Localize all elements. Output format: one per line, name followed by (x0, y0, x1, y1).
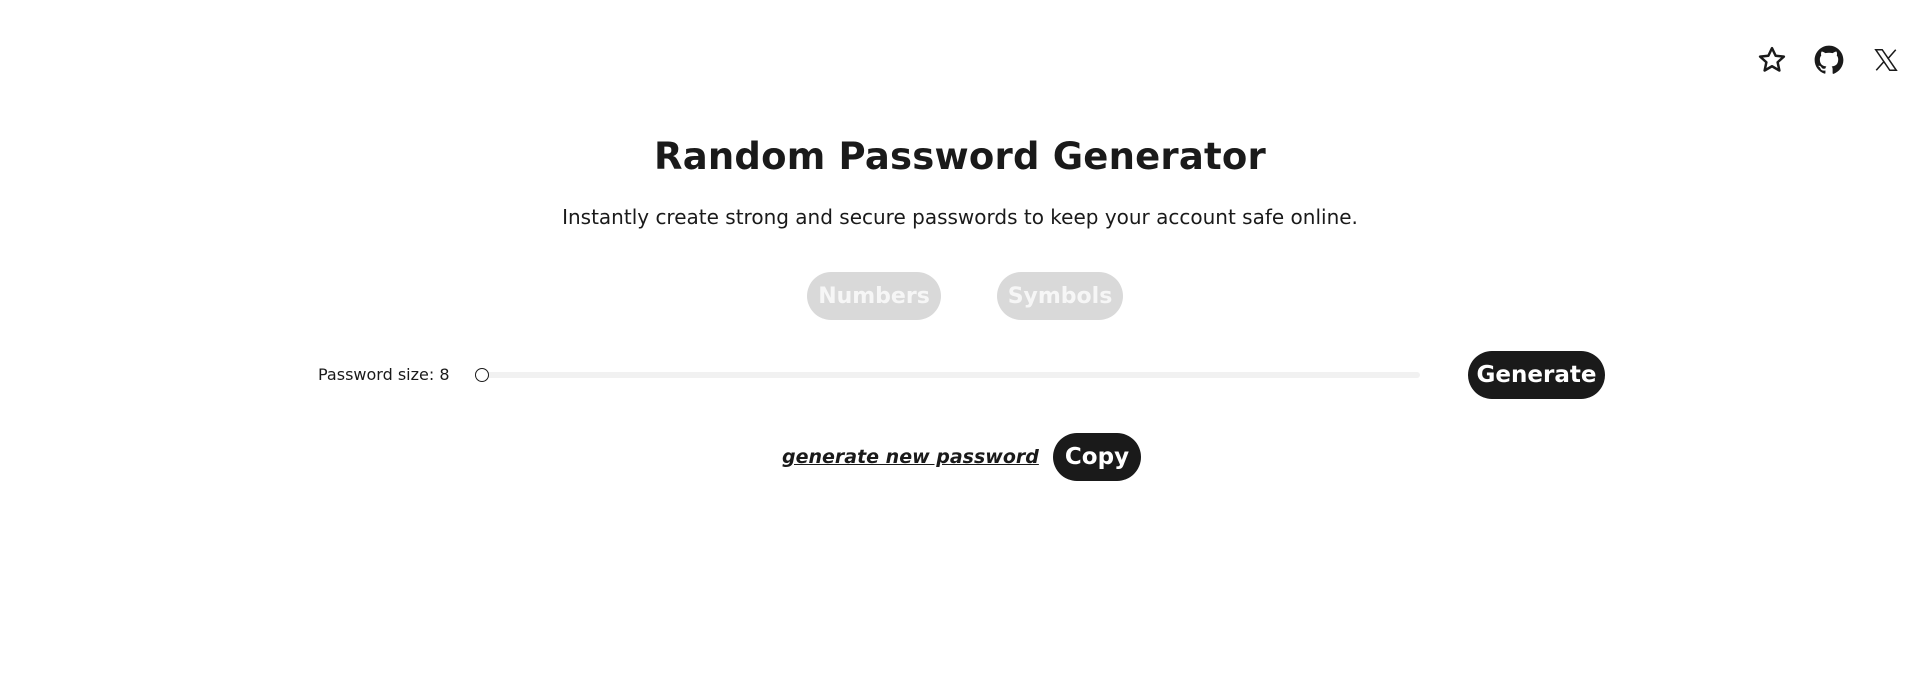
star-icon[interactable] (1756, 44, 1788, 76)
password-size-slider-track[interactable] (476, 372, 1420, 378)
numbers-toggle[interactable]: Numbers (807, 272, 941, 320)
generate-button[interactable]: Generate (1468, 351, 1605, 399)
symbols-toggle[interactable]: Symbols (997, 272, 1123, 320)
x-logo-icon[interactable] (1870, 44, 1902, 76)
page-subtitle: Instantly create strong and secure passw… (562, 205, 1358, 229)
top-icon-bar (1756, 44, 1902, 76)
github-icon[interactable] (1813, 44, 1845, 76)
password-output[interactable]: generate new password (782, 443, 1039, 471)
password-size-slider-thumb[interactable] (475, 368, 489, 382)
password-size-label: Password size: 8 (318, 365, 450, 384)
page-title: Random Password Generator (654, 135, 1266, 178)
page: Random Password Generator Instantly crea… (0, 0, 1920, 678)
copy-button[interactable]: Copy (1053, 433, 1141, 481)
